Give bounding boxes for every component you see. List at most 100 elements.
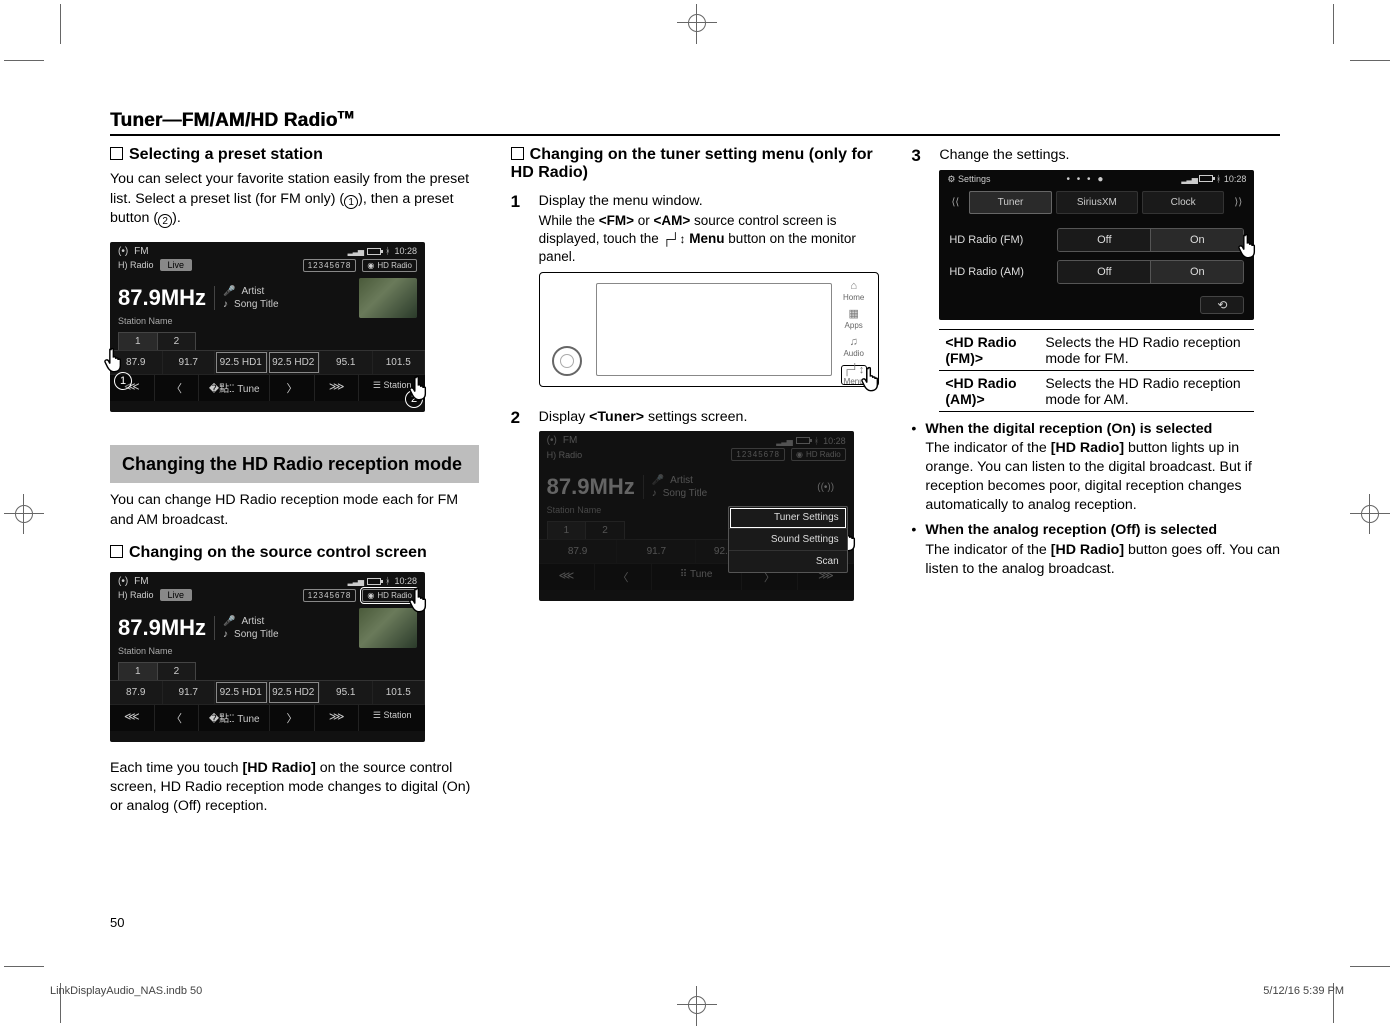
tab-tuner[interactable]: Tuner (969, 191, 1051, 214)
text: HD Radio (806, 450, 841, 459)
preset-button[interactable]: 101.5 (373, 351, 426, 374)
song-label: Song Title (663, 488, 707, 499)
popup-sound-settings[interactable]: Sound Settings (729, 529, 847, 551)
hd-radio-button[interactable]: HD Radio (362, 259, 417, 272)
row-2: H) Radio 12345678 HD Radio (539, 446, 854, 463)
preset-button[interactable]: 92.5 HD2 (268, 681, 321, 704)
paragraph-change-mode: You can change HD Radio reception mode e… (110, 491, 479, 529)
preset-list-tab-2: 2 (585, 521, 625, 539)
crop-mark (1361, 505, 1379, 523)
crop-mark (4, 60, 44, 61)
menu-button[interactable]: ┌┘↕Menu (841, 365, 867, 385)
next-button[interactable]: 〉 (270, 705, 315, 731)
seek-first-button[interactable]: ⋘ (110, 705, 155, 731)
preset-button[interactable]: 92.5 HD1 (215, 681, 268, 704)
tabs-prev[interactable]: ⟨⟨ (945, 197, 965, 208)
preset-list-tab-1[interactable]: 1 (118, 332, 158, 350)
seg-off[interactable]: Off (1058, 229, 1150, 251)
preset-button[interactable]: 101.5 (373, 681, 426, 704)
preset-button[interactable]: 95.1 (320, 351, 373, 374)
crop-mark (4, 966, 44, 967)
tab-siriusxm[interactable]: SiriusXM (1056, 191, 1138, 214)
crop-mark (1333, 4, 1334, 44)
preset-indicator: 12345678 (731, 448, 785, 461)
signal-icon (348, 576, 363, 586)
table-val: Selects the HD Radio reception mode for … (1039, 370, 1254, 411)
text: HD Radio (377, 591, 412, 600)
step-detail: While the <FM> or <AM> source control sc… (539, 212, 880, 267)
status-left: (•) FM (547, 435, 578, 446)
seek-first-button: ⋘ (539, 564, 596, 590)
home-button[interactable]: ⌂Home (841, 281, 867, 301)
step-title: Display <Tuner> settings screen. (539, 408, 880, 427)
hd-radio-label: H) Radio (118, 260, 154, 270)
radio-screen-dimmed: (•) FM ᚼ10:28 H) Radio 12345678 HD Radio (539, 431, 854, 601)
metadata: 🎤Artist ♪Song Title (214, 616, 351, 640)
paragraph-preset: You can select your favorite station eas… (110, 170, 479, 228)
back-button[interactable]: ⟲ (1200, 296, 1244, 314)
crop-mark (60, 4, 61, 44)
preset-button[interactable]: 95.1 (320, 681, 373, 704)
main-row: 87.9MHz 🎤Artist ♪Song Title (110, 604, 425, 650)
heading-source-control: Changing on the source control screen (110, 544, 479, 562)
preset-button[interactable]: 87.9 (110, 351, 163, 374)
tune-button[interactable]: �點ⵆ Tune (199, 375, 270, 401)
album-art (359, 278, 417, 318)
bluetooth-icon: ᚼ (385, 576, 390, 586)
tune-button[interactable]: �點ⵆ Tune (199, 705, 270, 731)
preset-list-tabs: 1 2 (110, 332, 425, 351)
volume-knob[interactable] (552, 346, 582, 376)
preset-button[interactable]: 92.5 HD1 (215, 351, 268, 374)
preset-button[interactable]: 87.9 (110, 681, 163, 704)
status-bar: (•) FM ᚼ10:28 (110, 572, 425, 587)
notes-list: When the digital reception (On) is selec… (911, 420, 1280, 579)
preset-button: 87.9 (539, 540, 618, 563)
step-title: Display the menu window. (539, 192, 880, 211)
figure-radio-preset: (•) FM ᚼ10:28 H) Radio Live 12345678 HD … (110, 238, 425, 412)
segmented-control: Off On (1057, 228, 1244, 252)
next-button[interactable]: 〉 (270, 375, 315, 401)
tab-clock[interactable]: Clock (1142, 191, 1224, 214)
station-name: Station Name (110, 316, 425, 330)
seek-last-button[interactable]: ⋙ (315, 705, 360, 731)
hd-radio-button[interactable]: HD Radio (362, 589, 417, 602)
band-label: FM (134, 576, 148, 587)
bullet-box-icon (110, 147, 123, 160)
status-bar: (•) FM ᚼ10:28 (110, 242, 425, 257)
audio-button[interactable]: ♫Audio (841, 337, 867, 357)
menu-glyph-icon: ┌┘↕ (663, 232, 686, 246)
battery-icon (796, 437, 810, 444)
main-row: 87.9MHz 🎤Artist ♪Song Title (110, 274, 425, 320)
station-list-button[interactable]: ☰ Station (359, 705, 425, 731)
band-label: FM (134, 246, 148, 257)
settings-tabs: ⟨⟨ Tuner SiriusXM Clock ⟩⟩ (939, 189, 1254, 220)
apps-button[interactable]: ▦Apps (841, 309, 867, 329)
seek-last-button[interactable]: ⋙ (315, 375, 360, 401)
seg-on[interactable]: On (1150, 229, 1243, 251)
heading-text: Changing on the tuner setting menu (only… (511, 146, 873, 181)
popup-tuner-settings[interactable]: Tuner Settings (729, 507, 847, 529)
frequency: 87.9MHz (118, 615, 206, 641)
seg-on[interactable]: On (1150, 261, 1243, 283)
preset-list-tab-2[interactable]: 2 (157, 662, 197, 680)
frequency: 87.9MHz (118, 285, 206, 311)
column-2: Changing on the tuner setting menu (only… (511, 146, 880, 816)
song-label: Song Title (234, 629, 278, 640)
heading-text: Selecting a preset station (129, 146, 323, 163)
tabs-next[interactable]: ⟩⟩ (1228, 197, 1248, 208)
preset-button[interactable]: 91.7 (163, 681, 216, 704)
freq-value: 87.9 (118, 285, 161, 310)
prev-button[interactable]: 〈 (155, 375, 200, 401)
popup-scan[interactable]: Scan (729, 551, 847, 572)
preset-list-tab-2[interactable]: 2 (157, 332, 197, 350)
prev-button[interactable]: 〈 (155, 705, 200, 731)
hd-radio-label: H) Radio (118, 590, 154, 600)
text: Changing the HD Radio reception mode (122, 454, 462, 474)
text-bold: [HD Radio] (1051, 440, 1124, 456)
seg-off[interactable]: Off (1058, 261, 1150, 283)
preset-list-tab-1[interactable]: 1 (118, 662, 158, 680)
heading-text: Changing on the source control screen (129, 544, 427, 561)
preset-button[interactable]: 92.5 HD2 (268, 351, 321, 374)
preset-button[interactable]: 91.7 (163, 351, 216, 374)
step-number: 3 (911, 146, 927, 411)
